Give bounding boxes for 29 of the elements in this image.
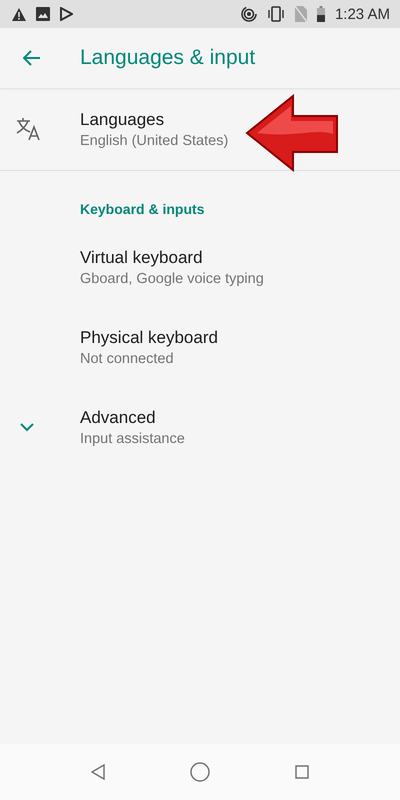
chevron-down-icon [20,422,34,432]
languages-item[interactable]: Languages English (United States) [0,88,400,170]
item-title: Languages [80,110,166,130]
settings-item[interactable]: Virtual keyboard Gboard, Google voice typing [0,227,400,307]
item-summary: Input assistance [80,430,185,446]
play-store-icon [60,7,73,21]
vibrate-icon [266,6,285,22]
battery-icon [316,6,325,22]
recents-icon[interactable] [295,765,309,779]
item-title: Advanced [80,408,157,428]
item-summary: Not connected [80,350,175,366]
translate-icon [16,117,42,141]
back-arrow-icon[interactable] [23,50,41,66]
item-title: Virtual keyboard [80,248,204,268]
item-summary: Gboard, Google voice typing [80,270,264,286]
hotspot-icon [240,6,257,22]
settings-item[interactable]: Advanced Input assistance [0,387,400,467]
back-icon[interactable] [91,764,105,780]
pointer-arrow-icon [245,94,341,172]
page-title: Languages & input [80,46,256,70]
item-summary: English (United States) [80,132,228,148]
clock-time: 1:23 AM [334,6,390,22]
home-icon[interactable] [190,762,210,782]
item-title: Physical keyboard [80,328,218,348]
settings-item[interactable]: Physical keyboard Not connected [0,307,400,387]
no-sim-icon [294,6,307,22]
warning-icon [12,8,26,20]
image-icon [36,7,50,21]
section-header: Keyboard & inputs [79,200,206,219]
